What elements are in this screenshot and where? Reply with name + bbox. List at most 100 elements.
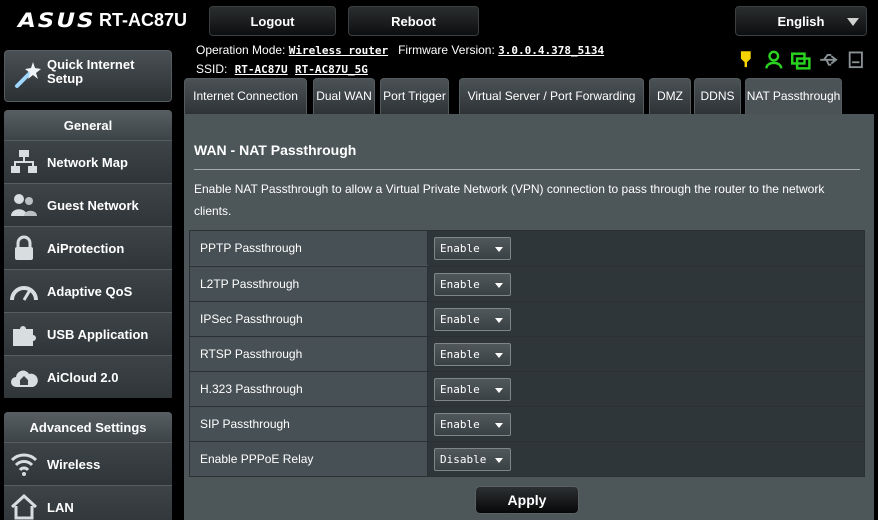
rtsp-passthrough-select[interactable]: Enable: [434, 343, 511, 366]
quick-setup-label: Quick Internet Setup: [47, 57, 135, 86]
select-value: Enable: [440, 418, 480, 431]
firmware-label: Firmware Version:: [398, 43, 495, 57]
advanced-section-title: Advanced Settings: [4, 412, 172, 442]
language-select[interactable]: English: [735, 6, 867, 36]
cloud-home-icon: [11, 370, 38, 387]
pppoe-relay-select[interactable]: Disable: [434, 448, 511, 471]
select-value: Enable: [440, 383, 480, 396]
row-label: IPSec Passthrough: [190, 302, 428, 336]
sidebar-item-label: LAN: [47, 499, 74, 515]
l2tp-passthrough-select[interactable]: Enable: [434, 273, 511, 296]
select-value: Enable: [440, 242, 480, 255]
select-value: Enable: [440, 313, 480, 326]
guest-network-icon: [11, 194, 37, 216]
page-description: Enable NAT Passthrough to allow a Virtua…: [194, 182, 825, 218]
sidebar-item-label: USB Application: [47, 326, 149, 342]
tab-ddns[interactable]: DDNS: [694, 78, 741, 114]
row-label: PPTP Passthrough: [190, 231, 428, 265]
content-panel: WAN - NAT Passthrough Enable NAT Passthr…: [184, 114, 874, 520]
table-row: IPSec Passthrough Enable: [190, 301, 864, 336]
opmode-link[interactable]: Wireless router: [289, 44, 388, 57]
table-row: H.323 Passthrough Enable: [190, 371, 864, 406]
sidebar-item-wireless[interactable]: Wireless: [4, 442, 172, 485]
tab-dual-wan[interactable]: Dual WAN: [313, 78, 375, 114]
apply-button[interactable]: Apply: [475, 486, 579, 514]
select-value: Enable: [440, 348, 480, 361]
home-icon: [10, 494, 38, 520]
chevron-down-icon: [495, 388, 503, 393]
table-row: SIP Passthrough Enable: [190, 406, 864, 441]
client-status-icon[interactable]: [764, 50, 784, 70]
ssid-link-2g[interactable]: RT-AC87U: [235, 63, 288, 76]
operation-mode-info: Operation Mode: Wireless router Firmware…: [196, 43, 604, 57]
printer-icon[interactable]: [846, 50, 866, 70]
sidebar-item-adaptive-qos[interactable]: Adaptive QoS: [4, 269, 172, 312]
sidebar-item-guest-network[interactable]: Guest Network: [4, 183, 172, 226]
asus-logo: ASUS: [18, 9, 96, 33]
magic-wand-icon: [15, 62, 41, 88]
logo-text: ASUS: [18, 9, 96, 33]
gauge-icon: [10, 286, 38, 301]
chevron-down-icon: [495, 247, 503, 252]
table-row: PPTP Passthrough Enable: [190, 231, 864, 266]
general-section-title: General: [4, 110, 172, 140]
sidebar-item-label: Wireless: [47, 456, 101, 472]
table-row: RTSP Passthrough Enable: [190, 336, 864, 371]
sidebar-item-lan[interactable]: LAN: [4, 485, 172, 520]
sidebar-item-aicloud[interactable]: AiCloud 2.0: [4, 355, 172, 398]
chevron-down-icon: [495, 458, 503, 463]
status-icons: [736, 50, 866, 70]
ipsec-passthrough-select[interactable]: Enable: [434, 308, 511, 331]
opmode-label: Operation Mode:: [196, 43, 286, 57]
lock-icon: [15, 235, 33, 260]
firmware-link[interactable]: 3.0.0.4.378_5134: [498, 44, 604, 57]
sidebar-item-label: Network Map: [47, 154, 128, 170]
sidebar: Quick Internet Setup General Network Map: [0, 42, 180, 520]
chevron-down-icon: [495, 423, 503, 428]
sidebar-item-aiprotection[interactable]: AiProtection: [4, 226, 172, 269]
sidebar-item-usb-application[interactable]: USB Application: [4, 312, 172, 355]
language-value: English: [777, 13, 825, 29]
chevron-down-icon: [495, 353, 503, 358]
row-label: SIP Passthrough: [190, 407, 428, 441]
settings-table: PPTP Passthrough Enable L2TP Passthrough…: [189, 230, 865, 477]
network-map-icon: [11, 150, 37, 173]
chevron-down-icon: [495, 318, 503, 323]
sip-passthrough-select[interactable]: Enable: [434, 413, 511, 436]
tab-internet-connection[interactable]: Internet Connection: [184, 78, 307, 114]
row-label: RTSP Passthrough: [190, 337, 428, 371]
ssid-label: SSID:: [196, 62, 228, 76]
attention-icon[interactable]: [736, 50, 756, 70]
sidebar-item-label: AiProtection: [47, 240, 125, 256]
sidebar-item-label: Adaptive QoS: [47, 283, 133, 299]
table-row: L2TP Passthrough Enable: [190, 266, 864, 301]
tab-nat-passthrough[interactable]: NAT Passthrough: [745, 78, 842, 114]
h323-passthrough-select[interactable]: Enable: [434, 378, 511, 401]
tab-port-trigger[interactable]: Port Trigger: [380, 78, 449, 114]
row-label: Enable PPPoE Relay: [190, 442, 428, 476]
chevron-down-icon: [847, 18, 859, 26]
usb-icon[interactable]: [819, 50, 839, 70]
chevron-down-icon: [495, 283, 503, 288]
sidebar-item-label: AiCloud 2.0: [47, 369, 119, 385]
quick-internet-setup-button[interactable]: Quick Internet Setup: [4, 50, 172, 102]
sidebar-item-network-map[interactable]: Network Map: [4, 140, 172, 183]
page-title: WAN - NAT Passthrough: [194, 142, 357, 158]
internet-status-icon[interactable]: [791, 50, 811, 70]
wifi-icon: [10, 453, 38, 476]
sidebar-item-label: Guest Network: [47, 197, 139, 213]
tab-dmz[interactable]: DMZ: [649, 78, 691, 114]
pptp-passthrough-select[interactable]: Enable: [434, 237, 511, 260]
divider: [194, 169, 860, 170]
row-label: L2TP Passthrough: [190, 267, 428, 301]
table-row: Enable PPPoE Relay Disable: [190, 441, 864, 476]
model-name: RT-AC87U: [99, 10, 188, 30]
general-section: General Network Map Guest Network AiProt…: [4, 110, 172, 398]
puzzle-icon: [13, 326, 36, 346]
select-value: Disable: [440, 453, 487, 466]
ssid-link-5g[interactable]: RT-AC87U_5G: [295, 63, 368, 76]
logout-button[interactable]: Logout: [209, 6, 336, 36]
advanced-settings-section: Advanced Settings Wireless LAN: [4, 412, 172, 520]
reboot-button[interactable]: Reboot: [348, 6, 479, 36]
tab-virtual-server[interactable]: Virtual Server / Port Forwarding: [459, 78, 644, 114]
